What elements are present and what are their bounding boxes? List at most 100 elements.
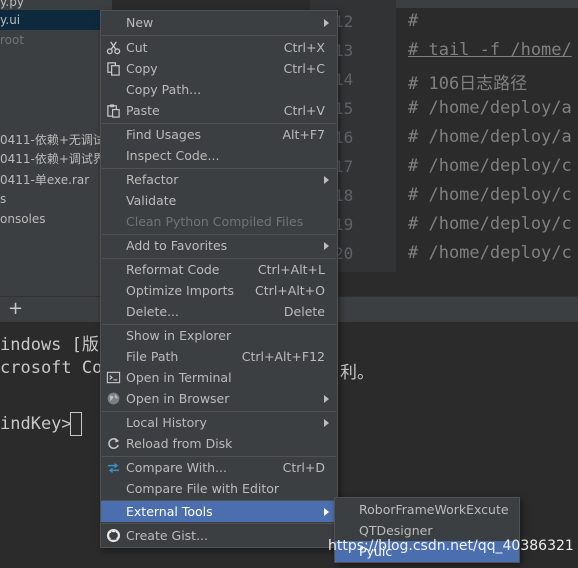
- menu-item-label: Inspect Code...: [126, 148, 220, 163]
- menu-item-shortcut: Ctrl+Alt+L: [257, 262, 325, 277]
- tree-item-root[interactable]: root: [0, 30, 24, 50]
- menu-item-open-in-terminal[interactable]: Open in Terminal: [101, 367, 337, 388]
- menu-item-reload-from-disk[interactable]: Reload from Disk: [101, 433, 337, 454]
- tree-item-ui-file-selected[interactable]: y.ui: [0, 10, 112, 30]
- editor-tab-strip: [396, 0, 578, 8]
- menu-item-shortcut: Ctrl+Alt+F12: [241, 349, 325, 364]
- github-icon: [106, 528, 121, 543]
- code-line: # /home/deploy/c: [408, 243, 572, 263]
- menu-item-label: Cut: [126, 40, 148, 55]
- menu-item-validate[interactable]: Validate: [101, 190, 337, 211]
- submenu-arrow-icon: [324, 508, 329, 516]
- menu-item-copy[interactable]: Copy Ctrl+C: [101, 58, 337, 79]
- code-line: # /home/deploy/c: [408, 185, 572, 205]
- menu-item-file-path[interactable]: File Path Ctrl+Alt+F12: [101, 346, 337, 367]
- tree-item-label: 0411-依赖+无调试: [0, 133, 105, 147]
- menu-item-shortcut: Ctrl+C: [283, 61, 325, 76]
- menu-item-find-usages[interactable]: Find Usages Alt+F7: [101, 124, 337, 145]
- paste-icon: [107, 104, 120, 118]
- menu-item-label: Compare With...: [126, 460, 227, 475]
- terminal-line: 利。: [340, 363, 374, 383]
- menu-item-local-history[interactable]: Local History: [101, 412, 337, 433]
- menu-item-label: Open in Terminal: [126, 370, 232, 385]
- menu-item-label: Copy Path...: [126, 82, 202, 97]
- tree-item-package-1[interactable]: 0411-依赖+无调试: [0, 130, 105, 150]
- tree-item-s[interactable]: s: [0, 189, 6, 209]
- menu-item-label: External Tools: [126, 504, 213, 519]
- code-line: #: [408, 11, 419, 31]
- tree-item-package-2[interactable]: 0411-依赖+调试界: [0, 149, 105, 169]
- menu-item-inspect-code[interactable]: Inspect Code...: [101, 145, 337, 166]
- tree-item-consoles[interactable]: onsoles: [0, 209, 46, 229]
- submenu-arrow-icon: [324, 419, 329, 427]
- code-editor[interactable]: # # tail -f /home/ # 106日志路径 # /home/dep…: [396, 0, 578, 272]
- tree-item-label: root: [0, 33, 25, 47]
- tree-item-label: s: [0, 192, 7, 206]
- menu-item-compare-with-editor[interactable]: Compare File with Editor: [101, 478, 337, 499]
- watermark-text: https://blog.csdn.net/qq_40386321: [328, 538, 574, 554]
- menu-item-label: Copy: [126, 61, 158, 76]
- line-number: 17: [334, 157, 354, 176]
- menu-item-external-tools[interactable]: External Tools: [101, 501, 337, 522]
- menu-item-compare-with[interactable]: Compare With... Ctrl+D: [101, 457, 337, 478]
- menu-item-shortcut: Delete: [283, 304, 325, 319]
- menu-item-optimize-imports[interactable]: Optimize Imports Ctrl+Alt+O: [101, 280, 337, 301]
- menu-item-add-to-favorites[interactable]: Add to Favorites: [101, 235, 337, 256]
- menu-item-shortcut: Ctrl+X: [283, 40, 325, 55]
- menu-item-show-in-explorer[interactable]: Show in Explorer: [101, 325, 337, 346]
- globe-icon: [107, 392, 120, 405]
- menu-item-shortcut: Ctrl+Alt+O: [255, 283, 325, 298]
- reload-icon: [108, 437, 120, 449]
- tree-item-label: 0411-单exe.rar: [0, 173, 90, 187]
- code-line: # /home/deploy/a: [408, 127, 572, 147]
- new-terminal-tab-button[interactable]: +: [8, 298, 23, 320]
- terminal-cursor: [70, 412, 82, 436]
- project-tree-panel: y.py y.ui root 0411-依赖+无调试 0411-依赖+调试界 0…: [0, 0, 112, 296]
- menu-separator: [102, 35, 336, 36]
- submenu-arrow-icon: [324, 19, 329, 27]
- menu-item-reformat-code[interactable]: Reformat Code Ctrl+Alt+L: [101, 259, 337, 280]
- submenu-arrow-icon: [324, 395, 329, 403]
- terminal-line: indows [版: [0, 335, 99, 355]
- menu-item-shortcut: Ctrl+V: [283, 103, 325, 118]
- menu-item-create-gist[interactable]: Create Gist...: [101, 525, 337, 546]
- code-line: # 106日志路径: [408, 74, 528, 94]
- menu-item-label: Delete...: [126, 304, 179, 319]
- code-line: # /home/deploy/c: [408, 156, 572, 176]
- menu-item-paste[interactable]: Paste Ctrl+V: [101, 100, 337, 121]
- menu-item-label: Local History: [126, 415, 207, 430]
- menu-item-label: Optimize Imports: [126, 283, 235, 298]
- tree-item-rar[interactable]: 0411-单exe.rar: [0, 170, 89, 190]
- line-number: 20: [334, 244, 354, 263]
- menu-item-label: Reformat Code: [126, 262, 220, 277]
- tree-item-label: y.py: [0, 0, 24, 9]
- menu-item-cut[interactable]: Cut Ctrl+X: [101, 37, 337, 58]
- menu-item-label: Open in Browser: [126, 391, 230, 406]
- menu-item-label: Clean Python Compiled Files: [126, 214, 304, 229]
- copy-icon: [107, 62, 120, 76]
- terminal-prompt: indKey>: [0, 414, 72, 434]
- menu-item-label: Validate: [126, 193, 177, 208]
- menu-item-copy-path[interactable]: Copy Path...: [101, 79, 337, 100]
- submenu-item-roborframework[interactable]: RoborFrameWorkExcute: [335, 499, 519, 520]
- line-number: 16: [334, 128, 354, 147]
- line-number: 19: [334, 215, 354, 234]
- menu-item-label: Reload from Disk: [126, 436, 233, 451]
- menu-item-label: Create Gist...: [126, 528, 209, 543]
- line-number: 18: [334, 186, 354, 205]
- menu-item-label: Find Usages: [126, 127, 202, 142]
- menu-item-refactor[interactable]: Refactor: [101, 169, 337, 190]
- menu-item-delete[interactable]: Delete... Delete: [101, 301, 337, 322]
- line-number: 12: [334, 12, 354, 31]
- menu-item-label: New: [126, 15, 154, 30]
- tree-item-label: onsoles: [0, 212, 46, 226]
- menu-item-new[interactable]: New: [101, 12, 337, 33]
- tree-item-label: y.ui: [0, 13, 21, 27]
- menu-item-label: File Path: [126, 349, 179, 364]
- menu-item-label: Add to Favorites: [126, 238, 228, 253]
- menu-item-open-in-browser[interactable]: Open in Browser: [101, 388, 337, 409]
- menu-item-clean-compiled: Clean Python Compiled Files: [101, 211, 337, 232]
- submenu-arrow-icon: [324, 242, 329, 250]
- menu-item-label: Compare File with Editor: [126, 481, 280, 496]
- tree-item-label: 0411-依赖+调试界: [0, 152, 105, 166]
